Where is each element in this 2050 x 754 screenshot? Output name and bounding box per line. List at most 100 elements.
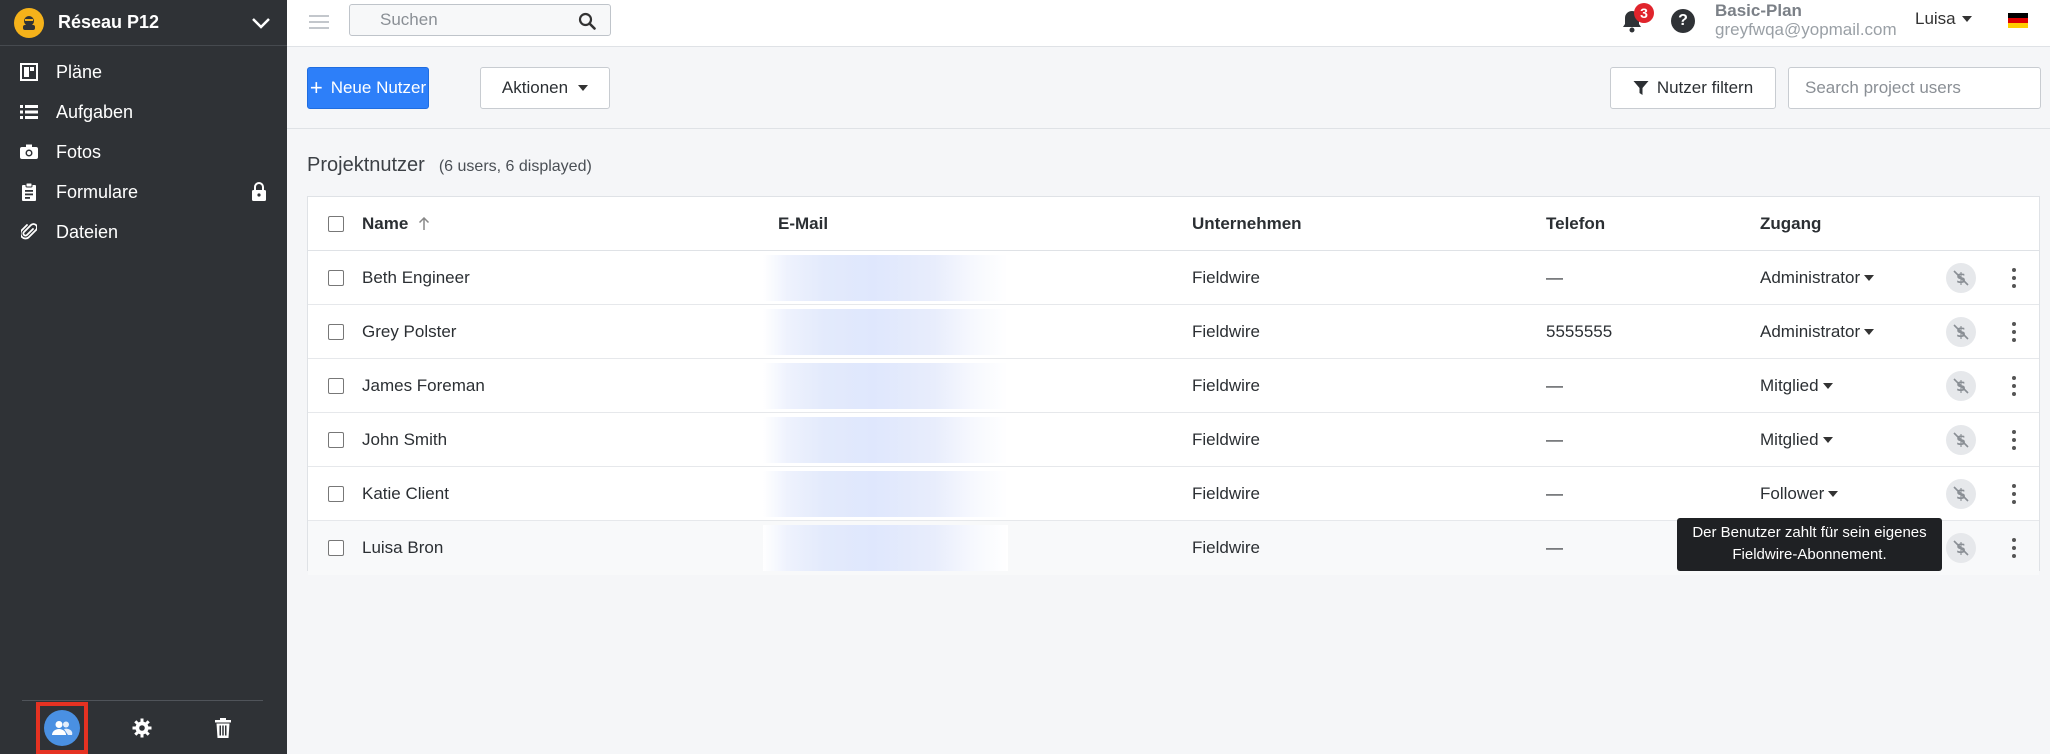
more-options-icon[interactable]: [2004, 425, 2024, 455]
redacted-email: [763, 470, 1008, 517]
chevron-down-icon[interactable]: [249, 11, 273, 35]
section-header: Projektnutzer (6 users, 6 displayed): [307, 154, 592, 177]
sidebar-item-label: Dateien: [56, 221, 119, 242]
access-dropdown[interactable]: Follower: [1760, 467, 1839, 520]
users-table: Name E-Mail Unternehmen Telefon Zugang B…: [307, 196, 2040, 575]
access-dropdown[interactable]: Administrator: [1760, 305, 1875, 358]
select-all-checkbox[interactable]: [328, 215, 344, 232]
table-row[interactable]: John Smith Fieldwire — Mitglied $: [308, 413, 2039, 467]
no-payment-icon[interactable]: $: [1946, 262, 1976, 293]
redacted-email: [763, 416, 1008, 463]
no-payment-icon[interactable]: $: [1946, 370, 1976, 401]
caret-down-icon: [578, 85, 589, 91]
table-row[interactable]: James Foreman Fieldwire — Mitglied $: [308, 359, 2039, 413]
sidebar-item-tasks[interactable]: Aufgaben: [0, 92, 287, 132]
plan-name: Basic-Plan: [1715, 1, 1802, 20]
redacted-email: [763, 254, 1008, 301]
more-options-icon[interactable]: [2004, 533, 2024, 563]
project-name: Réseau P12: [58, 12, 160, 32]
user-phone: —: [1546, 267, 1563, 287]
more-options-icon[interactable]: [2004, 317, 2024, 347]
filter-users-label: Nutzer filtern: [1656, 78, 1754, 97]
help-icon[interactable]: ?: [1671, 9, 1695, 33]
paperclip-icon: [20, 223, 38, 241]
table-row[interactable]: Beth Engineer Fieldwire — Administrator …: [308, 251, 2039, 305]
project-users-button[interactable]: [36, 701, 89, 754]
user-menu[interactable]: Luisa: [1915, 9, 1972, 29]
sidebar-item-label: Formulare: [56, 181, 139, 202]
no-payment-icon[interactable]: $: [1946, 424, 1976, 455]
sidebar-item-photos[interactable]: Fotos: [0, 132, 287, 172]
user-phone: —: [1546, 429, 1563, 449]
filter-icon: [1633, 81, 1649, 95]
global-search-input[interactable]: [380, 5, 580, 35]
user-name: Luisa: [1915, 9, 1956, 28]
hamburger-menu-icon[interactable]: [309, 12, 329, 32]
plan-info: Basic-Plan greyfwqa@yopmail.com: [1715, 1, 1897, 39]
new-user-label: Neue Nutzer: [330, 78, 427, 97]
caret-down-icon: [1822, 436, 1833, 443]
user-phone: —: [1546, 538, 1563, 557]
more-options-icon[interactable]: [2004, 263, 2024, 293]
access-dropdown[interactable]: Mitglied: [1760, 359, 1833, 412]
access-dropdown[interactable]: Mitglied: [1760, 413, 1833, 466]
redacted-email: [763, 525, 1008, 571]
row-checkbox[interactable]: [328, 269, 344, 286]
redacted-email: [763, 362, 1008, 409]
sort-ascending-icon: [419, 216, 430, 230]
row-checkbox[interactable]: [328, 485, 344, 502]
german-flag-icon[interactable]: [2008, 13, 2028, 28]
no-payment-icon[interactable]: $: [1946, 316, 1976, 347]
column-header-email[interactable]: E-Mail: [778, 197, 828, 250]
project-selector[interactable]: Réseau P12: [0, 0, 287, 46]
trash-button[interactable]: [197, 702, 249, 754]
user-company: Fieldwire: [1192, 483, 1261, 503]
page-title: Projektnutzer: [307, 154, 425, 176]
sidebar-item-forms[interactable]: Formulare: [0, 172, 287, 212]
plans-icon: [20, 63, 38, 81]
table-header: Name E-Mail Unternehmen Telefon Zugang: [308, 197, 2039, 251]
row-checkbox[interactable]: [328, 431, 344, 448]
tooltip-line: Fieldwire-Abonnement.: [1732, 546, 1887, 563]
user-company: Fieldwire: [1192, 375, 1261, 395]
sidebar-item-plans[interactable]: Pläne: [0, 52, 287, 92]
users-icon: [44, 709, 81, 746]
actions-dropdown[interactable]: Aktionen: [480, 67, 610, 109]
user-phone: —: [1546, 375, 1563, 395]
user-company: Fieldwire: [1192, 429, 1261, 449]
settings-button[interactable]: [116, 702, 168, 754]
sidebar: Réseau P12 Pläne Aufgaben Fotos Formular…: [0, 0, 287, 754]
new-user-button[interactable]: + Neue Nutzer: [307, 67, 429, 109]
column-header-company[interactable]: Unternehmen: [1192, 197, 1302, 250]
search-icon[interactable]: [578, 12, 596, 30]
no-payment-icon[interactable]: $: [1946, 478, 1976, 509]
filter-users-button[interactable]: Nutzer filtern: [1610, 67, 1776, 109]
user-phone: 5555555: [1546, 321, 1613, 341]
row-checkbox[interactable]: [328, 540, 344, 556]
more-options-icon[interactable]: [2004, 371, 2024, 401]
user-company: Fieldwire: [1192, 538, 1261, 557]
column-header-phone[interactable]: Telefon: [1546, 197, 1605, 250]
user-company: Fieldwire: [1192, 321, 1261, 341]
plan-email: greyfwqa@yopmail.com: [1715, 20, 1897, 39]
caret-down-icon: [1828, 490, 1839, 497]
table-row[interactable]: Grey Polster Fieldwire 5555555 Administr…: [308, 305, 2039, 359]
column-header-access[interactable]: Zugang: [1760, 197, 1821, 250]
gear-icon: [132, 718, 152, 737]
user-count: (6 users, 6 displayed): [438, 158, 592, 175]
row-checkbox[interactable]: [328, 377, 344, 394]
table-row[interactable]: Katie Client Fieldwire — Follower $: [308, 467, 2039, 521]
more-options-icon[interactable]: [2004, 479, 2024, 509]
lock-icon: [252, 182, 266, 201]
row-checkbox[interactable]: [328, 323, 344, 340]
sidebar-item-files[interactable]: Dateien: [0, 212, 287, 252]
access-dropdown[interactable]: Administrator: [1760, 251, 1875, 304]
camera-icon: [20, 143, 38, 161]
user-name: John Smith: [362, 429, 448, 449]
users-toolbar: + Neue Nutzer Aktionen Nutzer filtern: [287, 47, 2050, 129]
column-header-name[interactable]: Name: [362, 197, 430, 250]
project-users-search-input[interactable]: [1788, 67, 2041, 109]
no-payment-icon[interactable]: $: [1946, 533, 1976, 563]
top-bar: 3 ? Basic-Plan greyfwqa@yopmail.com Luis…: [287, 0, 2050, 47]
redacted-email: [763, 308, 1008, 355]
